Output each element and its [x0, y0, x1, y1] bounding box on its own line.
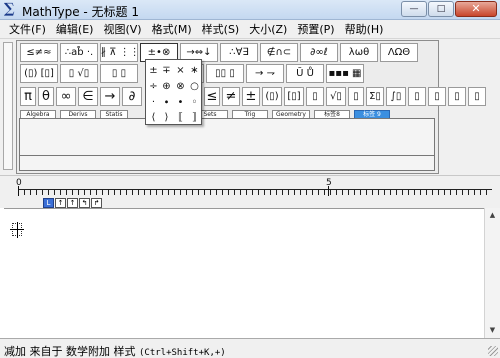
scripts-palette-button[interactable]: ▯ ▯: [100, 64, 138, 83]
popup-symbol[interactable]: ∓: [160, 64, 173, 77]
popup-symbol[interactable]: ⊗: [174, 80, 187, 93]
status-bar: 减加 来自于 数学附加 样式 (Ctrl+Shift+K,+): [0, 338, 500, 358]
small-bar-item[interactable]: ∂: [122, 87, 142, 106]
small-bar-item[interactable]: Σ▯: [366, 87, 384, 106]
window-title: MathType - 无标题 1: [22, 5, 139, 19]
menu-view[interactable]: 视图(V): [98, 21, 146, 37]
align-left-button[interactable]: L: [43, 198, 54, 208]
small-bar-item[interactable]: √▯: [326, 87, 346, 106]
scroll-up-icon[interactable]: ▲: [487, 210, 498, 221]
close-button[interactable]: ✕: [455, 1, 497, 17]
maximize-button[interactable]: □: [428, 1, 454, 17]
small-bar-item[interactable]: π: [20, 87, 36, 106]
matrices-palette-button[interactable]: ▪▪▪ ▦: [326, 64, 364, 83]
small-bar-item[interactable]: (▯): [262, 87, 282, 106]
align-center-button[interactable]: ↑: [55, 198, 66, 208]
menu-format[interactable]: 格式(M): [147, 21, 197, 37]
spaces-palette-button[interactable]: ∴ab̊ ·.: [60, 43, 98, 62]
menu-file[interactable]: 文件(F): [4, 21, 51, 37]
small-bar-item[interactable]: ∈: [78, 87, 98, 106]
ruler: 0 5 L ↑ ↑ ↰ ↱: [0, 175, 500, 208]
menu-help[interactable]: 帮助(H): [340, 21, 389, 37]
small-bar-item[interactable]: ∫▯: [386, 87, 406, 106]
greek-lower-palette-button[interactable]: λωθ: [340, 43, 378, 62]
status-shortcut: (Ctrl+Shift+K,+): [139, 348, 226, 358]
alignment-buttons: L ↑ ↑ ↰ ↱: [43, 198, 103, 208]
labeled-arrows-palette-button[interactable]: → ⇁: [246, 64, 284, 83]
tab-panel-divider: [20, 155, 434, 156]
sets-palette-button[interactable]: ∉∩⊂: [260, 43, 298, 62]
popup-symbol[interactable]: ÷: [147, 80, 160, 93]
sigma-icon: ∑: [4, 1, 15, 17]
align-relation-button[interactable]: ↰: [79, 198, 90, 208]
menu-size[interactable]: 大小(Z): [244, 21, 292, 37]
popup-symbol[interactable]: ⟦: [174, 111, 187, 124]
popup-symbol[interactable]: ○: [188, 80, 201, 93]
fractions-palette-button[interactable]: ▯ √▯: [60, 64, 98, 83]
popup-symbol[interactable]: ∗: [188, 64, 201, 77]
popup-symbol[interactable]: ⟩: [160, 111, 173, 124]
popup-symbol[interactable]: ⟨: [147, 111, 160, 124]
small-bar-item[interactable]: ±: [242, 87, 260, 106]
align-decimal-button[interactable]: ↱: [91, 198, 102, 208]
small-bar-item[interactable]: ▯: [408, 87, 426, 106]
popup-symbol[interactable]: ⟧: [188, 111, 201, 124]
small-bar-item[interactable]: ▯: [428, 87, 446, 106]
toolbar-side-handle[interactable]: [3, 42, 13, 170]
scroll-down-icon[interactable]: ▼: [487, 325, 498, 336]
small-bar-item[interactable]: ▯: [448, 87, 466, 106]
misc-palette-button[interactable]: ∂∞ℓ: [300, 43, 338, 62]
small-bar-item[interactable]: ≤: [204, 87, 220, 106]
minimize-button[interactable]: —: [401, 1, 427, 17]
menu-edit[interactable]: 编辑(E): [51, 21, 99, 37]
popup-symbol[interactable]: ⊕: [160, 80, 173, 93]
align-right-button[interactable]: ↑: [67, 198, 78, 208]
popup-symbol[interactable]: ∙: [160, 96, 173, 109]
popup-symbol[interactable]: ×: [174, 64, 187, 77]
menu-bar: 文件(F) 编辑(E) 视图(V) 格式(M) 样式(S) 大小(Z) 预置(P…: [0, 20, 500, 39]
underbars-palette-button[interactable]: ▯▯ ▯: [206, 64, 244, 83]
popup-symbol[interactable]: ·: [147, 96, 160, 109]
status-prefix: 减加 来自于 数学附加 样式: [4, 345, 139, 358]
symbol-palette-row: ≤≠≈ ∴ab̊ ·. ∦ ⊼ ⋮⋮ ±•⊗ →⇔↓ ∴∀∃ ∉∩⊂ ∂∞ℓ λ…: [20, 43, 420, 62]
popup-symbol[interactable]: •: [174, 96, 187, 109]
small-bar-row: π θ ∞ ∈ → ∂ ≤ ≠ ± (▯) [▯] ▯ √▯ ▯ Σ▯ ∫▯ ▯…: [20, 87, 488, 106]
small-bar-item[interactable]: θ: [38, 87, 54, 106]
tab-panel: [19, 118, 435, 171]
fences-palette-button[interactable]: (▯) [▯]: [20, 64, 58, 83]
empty-slot[interactable]: [10, 222, 26, 238]
small-bar-item[interactable]: ▯: [306, 87, 324, 106]
small-bar-item[interactable]: →: [100, 87, 120, 106]
insertion-cursor-vertical: [17, 222, 18, 238]
title-bar: ∑ MathType - 无标题 1 — □ ✕: [0, 0, 500, 20]
ruler-major-tick: [18, 186, 19, 196]
logic-palette-button[interactable]: ∴∀∃: [220, 43, 258, 62]
ruler-major-tick: [328, 186, 329, 196]
small-bar-item[interactable]: ▯: [468, 87, 486, 106]
small-bar-item[interactable]: [▯]: [284, 87, 304, 106]
small-bar-item[interactable]: ∞: [56, 87, 76, 106]
greek-upper-palette-button[interactable]: ΛΩΘ: [380, 43, 418, 62]
toolbar-area: ≤≠≈ ∴ab̊ ·. ∦ ⊼ ⋮⋮ ±•⊗ →⇔↓ ∴∀∃ ∉∩⊂ ∂∞ℓ λ…: [0, 39, 500, 175]
operators-popup: ± ∓ × ∗ ÷ ⊕ ⊗ ○ · ∙ • ◦ ⟨ ⟩ ⟦ ⟧: [145, 59, 202, 125]
menu-style[interactable]: 样式(S): [197, 21, 245, 37]
ruler-ticks[interactable]: [18, 189, 492, 195]
status-text: 减加 来自于 数学附加 样式 (Ctrl+Shift+K,+): [4, 343, 226, 358]
popup-symbol[interactable]: ±: [147, 64, 160, 77]
small-bar-item[interactable]: ▯: [348, 87, 364, 106]
relations-palette-button[interactable]: ≤≠≈: [20, 43, 58, 62]
vertical-scrollbar[interactable]: ▲ ▼: [484, 208, 500, 338]
popup-symbol[interactable]: ◦: [188, 96, 201, 109]
resize-grip-icon[interactable]: [488, 346, 498, 356]
menu-preferences[interactable]: 预置(P): [292, 21, 339, 37]
equation-editor[interactable]: [4, 208, 484, 338]
embellishments-palette-button[interactable]: ∦ ⊼ ⋮⋮: [100, 43, 138, 62]
products-palette-button[interactable]: Ū Ů: [286, 64, 324, 83]
small-bar-item[interactable]: ≠: [222, 87, 240, 106]
window-controls: — □ ✕: [400, 1, 497, 17]
